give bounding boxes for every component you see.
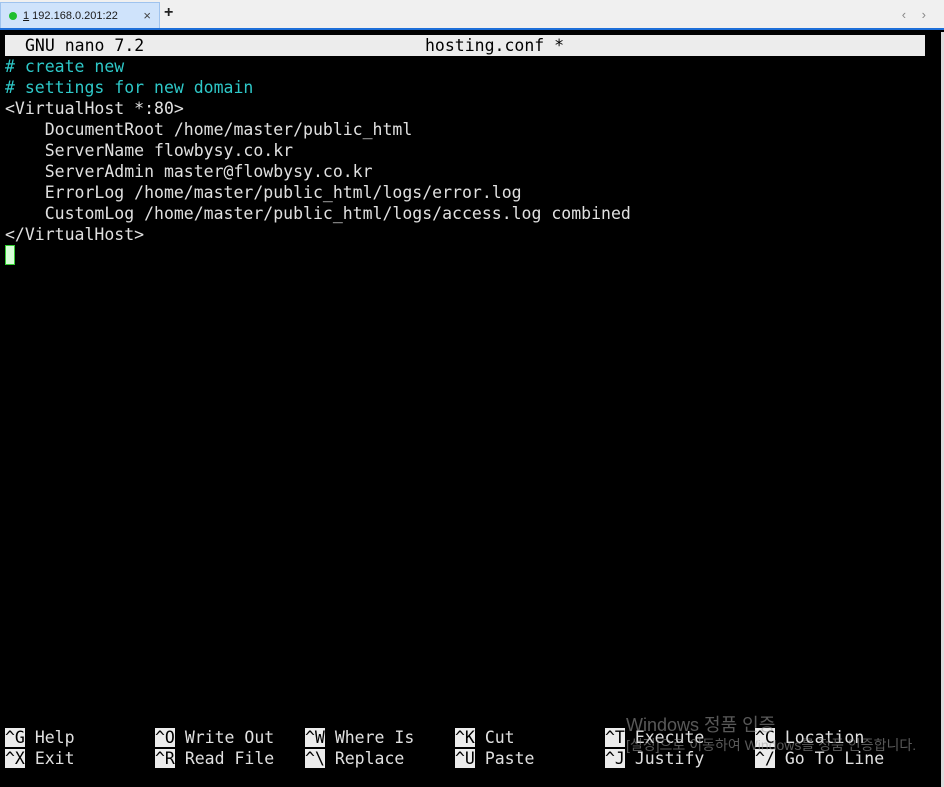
shortcut-item: ^\ Replace [305, 748, 404, 769]
tab-strip: 1 192.168.0.201:22 × + ‹ › [0, 0, 944, 30]
shortcut-key: ^T [605, 728, 625, 747]
shortcut-label: Help [34, 728, 75, 747]
editor-line: </VirtualHost> [5, 225, 145, 244]
editor-line: # settings for new domain [5, 78, 254, 97]
shortcut-item: ^O Write Out [155, 727, 274, 748]
shortcut-key: ^\ [305, 749, 325, 768]
shortcut-item: ^K Cut [455, 727, 515, 748]
editor-line: CustomLog /home/master/public_html/logs/… [5, 204, 631, 223]
shortcut-item: ^U Paste [455, 748, 534, 769]
shortcut-label: Paste [484, 749, 535, 768]
session-tab[interactable]: 1 192.168.0.201:22 × [0, 2, 160, 28]
editor-line: ErrorLog /home/master/public_html/logs/e… [5, 183, 522, 202]
shortcut-key: ^X [5, 749, 25, 768]
shortcut-key: ^R [155, 749, 175, 768]
terminal[interactable]: GNU nano 7.2 hosting.conf * # create new… [0, 32, 944, 787]
shortcut-key: ^U [455, 749, 475, 768]
editor-line: <VirtualHost *:80> [5, 99, 184, 118]
shortcut-label: Cut [484, 728, 515, 747]
file-name: hosting.conf * [425, 36, 565, 55]
text-cursor [5, 245, 15, 265]
editor-line: ServerName flowbysy.co.kr [5, 141, 294, 160]
new-tab-button[interactable]: + [164, 4, 173, 22]
editor-line: # create new [5, 57, 125, 76]
session-tab-label: 1 192.168.0.201:22 [23, 10, 118, 22]
shortcut-key: ^O [155, 728, 175, 747]
activation-watermark-title: Windows 정품 인증 [626, 715, 776, 735]
editor-line: ServerAdmin master@flowbysy.co.kr [5, 162, 373, 181]
tab-scroll-arrows[interactable]: ‹ › [902, 7, 932, 22]
shortcut-key: ^G [5, 728, 25, 747]
shortcut-label: Read File [184, 749, 275, 768]
shortcut-item: ^W Where Is [305, 727, 414, 748]
shortcut-key: ^J [605, 749, 625, 768]
nano-title-bar: GNU nano 7.2 hosting.conf * [5, 35, 925, 56]
shortcut-key: ^K [455, 728, 475, 747]
shortcut-label: Write Out [184, 728, 275, 747]
tab-host: 192.168.0.201:22 [29, 9, 118, 22]
shortcut-key: ^W [305, 728, 325, 747]
nano-version: GNU nano 7.2 [25, 36, 145, 55]
shortcut-item: ^G Help [5, 727, 75, 748]
shortcut-label: Exit [34, 749, 75, 768]
shortcut-label: Where Is [334, 728, 415, 747]
connected-status-icon [9, 11, 17, 20]
shortcut-label: Replace [334, 749, 405, 768]
close-tab-icon[interactable]: × [143, 8, 151, 23]
activation-watermark-text: [설정]으로 이동하여 Windows를 정품 인증합니다. [626, 737, 917, 753]
editor-line: DocumentRoot /home/master/public_html [5, 120, 413, 139]
shortcut-item: ^X Exit [5, 748, 75, 769]
shortcut-item: ^R Read File [155, 748, 274, 769]
